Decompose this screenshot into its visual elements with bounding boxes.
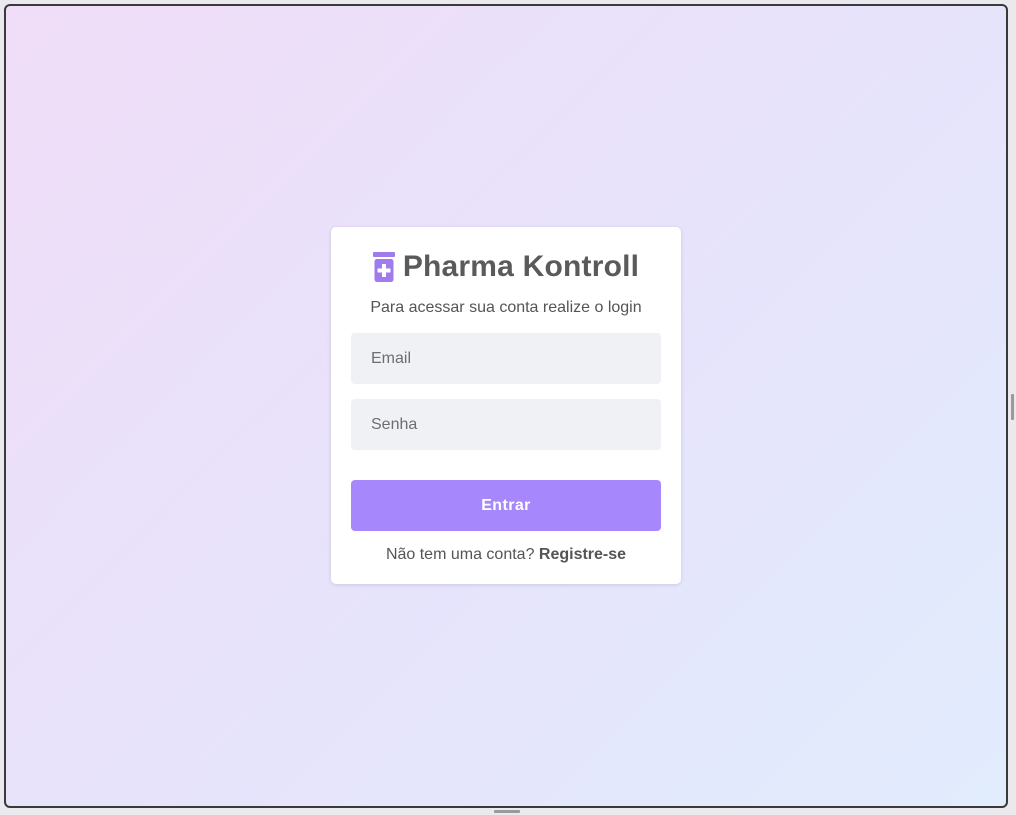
signup-prompt-text: Não tem uma conta?	[385, 546, 539, 563]
window-resize-handle-bottom[interactable]	[494, 810, 520, 813]
brand-header: Pharma Kontroll	[331, 247, 681, 287]
brand-title: Pharma Kontroll	[402, 250, 640, 283]
signup-prompt: Não tem uma conta? Registre-se	[331, 546, 681, 564]
app-window: Pharma Kontroll Para acessar sua conta r…	[4, 4, 1008, 808]
login-subtitle: Para acessar sua conta realize o login	[370, 299, 642, 316]
password-field[interactable]	[351, 399, 661, 450]
login-card: Pharma Kontroll Para acessar sua conta r…	[331, 227, 681, 584]
signup-link[interactable]: Registre-se	[539, 546, 626, 563]
email-field[interactable]	[351, 333, 661, 384]
login-button[interactable]: Entrar	[351, 480, 661, 531]
prescription-bottle-icon	[372, 252, 395, 282]
window-resize-handle-right[interactable]	[1011, 394, 1014, 420]
